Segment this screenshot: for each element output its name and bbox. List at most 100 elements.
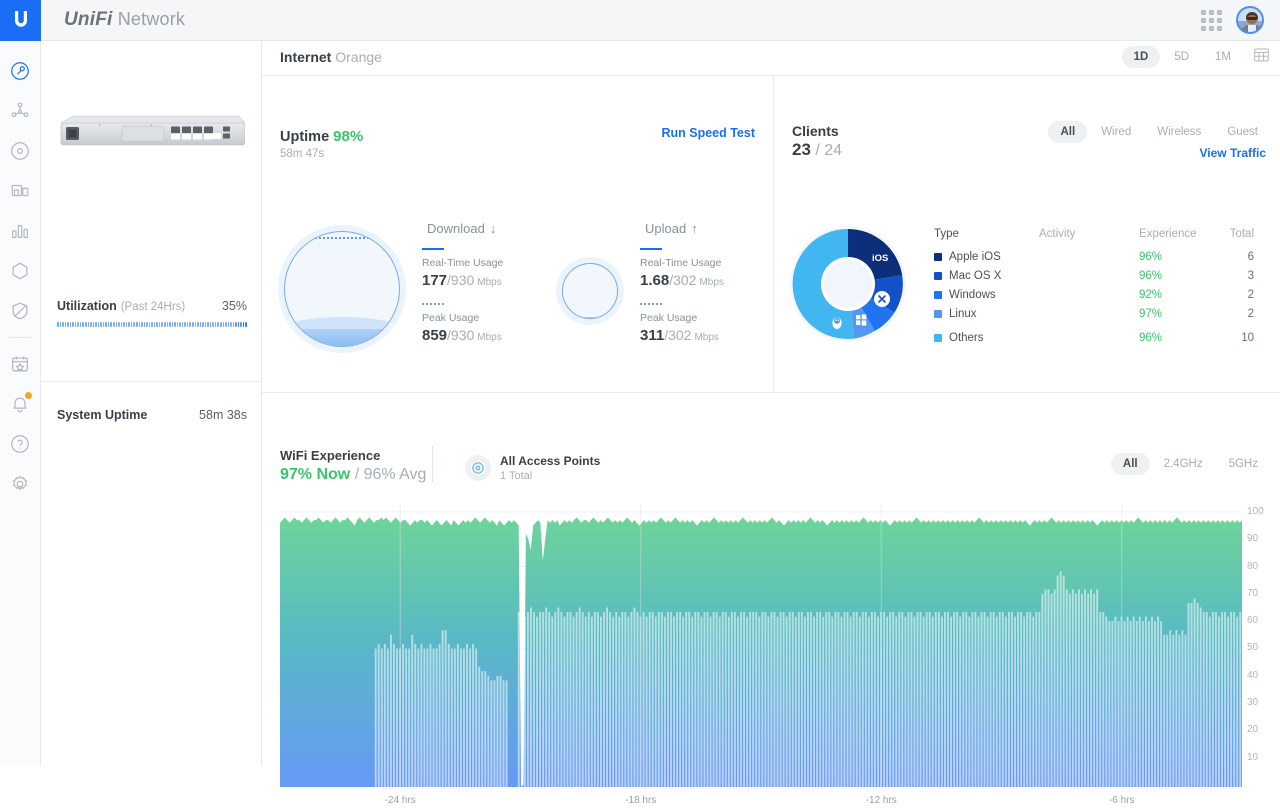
activity-bar: [1211, 612, 1214, 787]
sidebar-item-dashboard[interactable]: [0, 51, 40, 91]
activity-bar: [910, 612, 913, 787]
clients-panel: Clients 23 / 24 All Wired Wireless Guest Vi…: [774, 76, 1280, 393]
activity-bar: [612, 616, 615, 787]
table-row[interactable]: Linux 97% 2: [934, 304, 1274, 323]
table-row[interactable]: Apple iOS 96% 6: [934, 247, 1274, 266]
activity-bar: [828, 612, 831, 787]
run-speed-test-button[interactable]: Run Speed Test: [661, 126, 755, 140]
activity-bar: [633, 607, 636, 787]
sidebar-item-topology[interactable]: [0, 91, 40, 131]
y-tick-label: 40: [1247, 669, 1259, 681]
system-uptime-row: System Uptime 58m 38s: [57, 408, 247, 422]
utilization-spark-bar: [179, 322, 181, 327]
activity-bar: [1202, 612, 1205, 787]
utilization-spark-bar: [163, 322, 166, 327]
activity-bar: [867, 616, 870, 787]
range-tab-1d[interactable]: 1D: [1121, 46, 1161, 68]
upload-realtime-swatch: [640, 248, 662, 250]
activity-bar: [1208, 616, 1211, 787]
activity-bar: [1001, 612, 1004, 787]
activity-bar: [916, 612, 919, 787]
activity-bar: [1166, 634, 1169, 787]
sidebar-item-devices[interactable]: [0, 131, 40, 171]
band-tab-5ghz[interactable]: 5GHz: [1217, 453, 1270, 475]
client-type-label: Windows: [949, 288, 996, 301]
upload-peak-value: 311: [640, 327, 665, 344]
utilization-spark-bar: [105, 322, 107, 327]
utilization-spark-bar: [181, 322, 184, 327]
activity-bar: [819, 612, 822, 787]
activity-bar: [919, 612, 922, 787]
y-tick-label: 20: [1247, 724, 1259, 736]
activity-bar: [925, 612, 928, 787]
activity-bar: [1087, 593, 1089, 787]
sidebar-item-help[interactable]: [0, 424, 40, 464]
upload-realtime-value: 1.68: [640, 272, 670, 289]
sidebar-item-alerts[interactable]: [0, 384, 40, 424]
wifi-avg-value: / 96% Avg: [350, 466, 427, 483]
activity-bar: [526, 612, 529, 787]
udm-pro-front-image[interactable]: [59, 111, 245, 151]
activity-bar: [548, 612, 551, 787]
table-row[interactable]: Windows 92% 2: [934, 285, 1274, 304]
client-tab-all[interactable]: All: [1048, 121, 1088, 143]
activity-bar: [874, 612, 876, 787]
activity-bar: [496, 675, 499, 787]
internet-label: Internet: [280, 49, 332, 65]
utilization-value: 35%: [221, 299, 247, 313]
activity-bar: [657, 612, 660, 787]
wifi-experience-chart[interactable]: [280, 504, 1242, 787]
activity-bar: [1221, 612, 1223, 787]
utilization-spark-bar: [242, 322, 245, 327]
activity-bar: [709, 616, 712, 787]
band-tab-all[interactable]: All: [1110, 453, 1150, 475]
utilization-spark-bar: [158, 322, 161, 327]
utilization-spark-bar: [245, 322, 248, 327]
activity-bar: [1147, 621, 1150, 787]
upload-peak-value-row: 311/302 Mbps: [640, 327, 724, 344]
wifi-divider: [432, 446, 433, 482]
client-type-swatch: [934, 252, 942, 261]
sidebar-item-insights[interactable]: [0, 344, 40, 384]
band-tab-2-4ghz[interactable]: 2.4GHz: [1152, 453, 1215, 475]
activity-bar: [1181, 630, 1184, 787]
activity-bar: [764, 612, 767, 787]
utilization-spark-bar: [237, 322, 240, 327]
y-tick-label: 90: [1247, 533, 1259, 545]
activity-bar: [499, 675, 502, 787]
calendar-icon[interactable]: [1253, 46, 1270, 68]
download-realtime-value: 177: [422, 272, 448, 289]
client-tab-guest[interactable]: Guest: [1215, 121, 1270, 143]
clients-donut-chart[interactable]: iOS: [788, 224, 908, 344]
utilization-spark-bar: [95, 322, 97, 327]
activity-bar: [1084, 589, 1086, 787]
sidebar-item-settings[interactable]: [0, 464, 40, 504]
client-tab-wired[interactable]: Wired: [1089, 121, 1143, 143]
view-traffic-link[interactable]: View Traffic: [1200, 146, 1266, 160]
unifi-logo-icon[interactable]: [0, 0, 41, 41]
utilization-spark-bar: [130, 322, 133, 327]
activity-bar: [1178, 634, 1181, 787]
activity-bar: [727, 616, 730, 787]
table-header-row: Type Activity Experience Total: [934, 224, 1274, 243]
sidebar: [0, 41, 41, 766]
activity-bar: [822, 616, 825, 787]
table-row[interactable]: Mac OS X 96% 3: [934, 266, 1274, 285]
band-filter-tabs: All 2.4GHz 5GHz: [1110, 453, 1270, 475]
range-tab-5d[interactable]: 5D: [1162, 46, 1201, 68]
utilization-spark-bar: [166, 322, 169, 327]
sidebar-item-clients[interactable]: [0, 171, 40, 211]
uptime-label-row: Uptime 98%: [280, 128, 363, 145]
activity-bar: [1090, 589, 1093, 787]
client-tab-wireless[interactable]: Wireless: [1145, 121, 1213, 143]
avatar[interactable]: [1236, 6, 1264, 34]
sidebar-item-statistics[interactable]: [0, 211, 40, 251]
activity-bar: [746, 616, 749, 787]
table-row[interactable]: Others 96% 10: [934, 328, 1274, 347]
sidebar-item-hotspot[interactable]: [0, 251, 40, 291]
sidebar-item-security[interactable]: [0, 291, 40, 331]
utilization-spark-bar: [72, 322, 74, 327]
activity-bar: [1038, 612, 1041, 787]
range-tab-1m[interactable]: 1M: [1203, 46, 1243, 68]
grid-apps-icon[interactable]: [1201, 9, 1222, 31]
